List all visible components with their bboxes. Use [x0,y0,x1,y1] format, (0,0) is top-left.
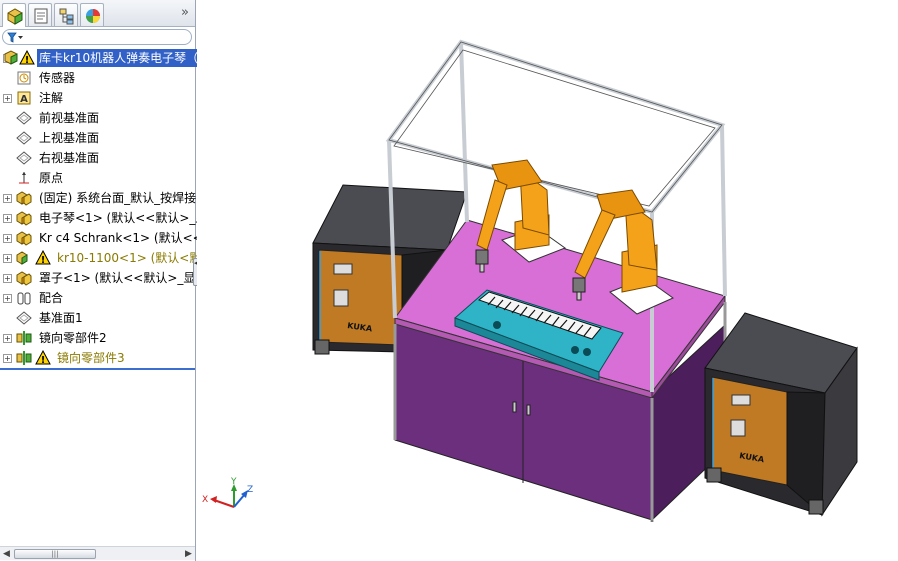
warning-icon: ! [35,350,51,366]
triad-x-label: X [202,495,208,505]
tree-item-label: 上视基准面 [39,131,100,145]
appearance-pie-icon [86,9,100,23]
tree-filter[interactable] [2,29,192,45]
plane-icon [16,311,32,325]
expand-toggle[interactable]: + [3,294,12,303]
subassembly-warn-icon [16,251,28,265]
solidworks-window: » − ! 库卡kr10机器人弹奏电子琴（ 传感器+A注解前视 [0,0,898,561]
tree-item-label: kr10-1100<1> (默认<默 [57,251,202,265]
expand-toggle[interactable]: + [3,94,12,103]
mirror-component-icon [16,331,32,345]
assembly-icon [4,50,18,65]
expand-toggle[interactable]: + [3,334,12,343]
warning-icon: ! [19,50,35,66]
tree-item-label: 前视基准面 [39,111,100,125]
svg-text:!: ! [41,255,46,266]
graphics-area[interactable]: KUKA KUKA Y X Z [197,0,898,561]
expand-toggle[interactable]: + [3,354,12,363]
plane-icon [16,151,32,165]
svg-text:A: A [20,94,28,105]
display-manager-tab[interactable] [80,3,104,26]
tree-item-label: 传感器 [39,71,76,85]
horizontal-scrollbar[interactable]: ◀ ||| ▶ [0,546,195,560]
tree-item-label: Kr c4 Schrank<1> (默认<< [39,231,203,245]
coordinate-triad: Y X Z [202,477,253,508]
configuration-icon [59,8,74,25]
subassembly-icon [16,231,32,246]
panel-tab-bar: » [0,0,195,27]
tree-item[interactable]: 原点 [0,168,195,188]
expand-toggle[interactable]: + [3,214,12,223]
tree-item[interactable]: 上视基准面 [0,128,195,148]
tree-item[interactable]: + 罩子<1> (默认<<默认>_显示 [0,268,207,288]
expand-toggle[interactable]: + [3,274,12,283]
feature-tree: − ! 库卡kr10机器人弹奏电子琴（ 传感器 + A 注解前视基准面上视基准面右视基… [0,48,207,368]
tree-item[interactable]: + 镜向零部件2 [0,328,195,348]
mirror-component-icon [16,351,32,365]
scroll-left-arrow-icon[interactable]: ◀ [3,549,10,559]
tree-item[interactable]: +! 镜向零部件3 [0,348,195,368]
feature-manager-panel: » − ! 库卡kr10机器人弹奏电子琴（ 传感器+A注解前视 [0,0,207,561]
tree-item[interactable]: + 配合 [0,288,195,308]
controller-cabinet-right[interactable]: KUKA [704,312,858,517]
triad-y-label: Y [230,477,237,487]
tree-item-label: 电子琴<1> (默认<<默认>_显 [39,211,208,225]
tree-item[interactable]: + 电子琴<1> (默认<<默认>_显 [0,208,207,228]
tree-root-assembly[interactable]: − ! 库卡kr10机器人弹奏电子琴（ [0,48,201,68]
scroll-thumb[interactable]: ||| [14,549,96,559]
filter-funnel-icon [7,32,23,43]
tree-item-label: 右视基准面 [39,151,100,165]
warning-icon: ! [35,250,51,266]
expand-toggle[interactable]: + [3,234,12,243]
tree-item[interactable]: + A 注解 [0,88,195,108]
scroll-right-arrow-icon[interactable]: ▶ [185,549,192,559]
property-icon [34,8,48,24]
more-tabs-chevron[interactable]: » [181,5,189,20]
tree-item[interactable]: +! kr10-1100<1> (默认<默 [0,248,201,268]
subassembly-icon [16,191,32,206]
assembly-model: KUKA KUKA Y X Z [202,39,858,522]
feature-tree-icon [7,8,23,25]
tree-item-label: 基准面1 [39,311,83,325]
svg-text:!: ! [25,55,30,66]
configuration-manager-tab[interactable] [54,3,78,26]
subassembly-icon [16,271,32,286]
workstation-table[interactable] [393,219,727,522]
sensor-icon [17,71,31,85]
property-manager-tab[interactable] [28,3,52,26]
plane-icon [16,131,32,145]
triad-z-label: Z [247,485,253,495]
tree-item-label: 配合 [39,291,64,305]
expand-toggle[interactable]: + [3,254,12,263]
tree-item[interactable]: + Kr c4 Schrank<1> (默认<< [0,228,203,248]
tree-item[interactable]: 前视基准面 [0,108,195,128]
tree-root-label: 库卡kr10机器人弹奏电子琴（ [37,49,201,67]
tree-item[interactable]: 传感器 [0,68,195,88]
tree-item-label: 注解 [39,91,64,105]
tree-item[interactable]: + (固定) 系统台面_默认_按焊接 [0,188,197,208]
subassembly-icon [16,211,32,226]
svg-text:!: ! [41,355,46,366]
tree-item-label: 镜向零部件2 [39,331,107,345]
tree-item[interactable]: 基准面1 [0,308,195,328]
tree-divider [0,368,195,370]
tree-item[interactable]: 右视基准面 [0,148,195,168]
tree-item-label: 原点 [39,171,64,185]
feature-manager-tab[interactable] [2,3,26,27]
expand-toggle[interactable]: + [3,194,12,203]
tree-item-label: (固定) 系统台面_默认_按焊接 [39,191,197,205]
origin-icon [19,172,29,184]
annotation-icon: A [17,91,31,105]
tree-item-label: 罩子<1> (默认<<默认>_显示 [39,271,208,285]
tree-item-label: 镜向零部件3 [57,351,125,365]
mates-icon [17,292,31,305]
plane-icon [16,111,32,125]
